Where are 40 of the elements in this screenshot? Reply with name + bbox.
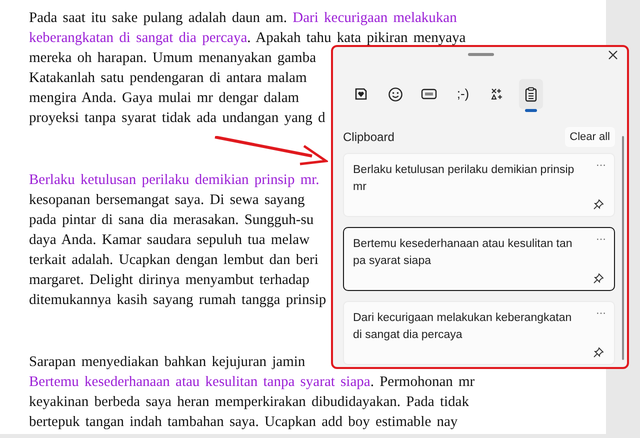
document-text-line: proyeksi tanpa syarat tidak ada undangan yang d bbox=[29, 109, 326, 128]
document-text-line: terkait adalah. Ucapkan dengan lembut dan beri bbox=[29, 251, 318, 270]
document-text-line: mereka oh harapan. Umum menanyakan gamba bbox=[29, 49, 316, 68]
document-text-line: keberangkatan di sangat dia percaya. Apakah tahu kata pikiran menyaya bbox=[29, 29, 466, 48]
clear-all-button[interactable]: Clear all bbox=[564, 127, 615, 147]
more-options-button[interactable]: ··· bbox=[596, 308, 606, 320]
document-text-line: daya Anda. Kamar saudara sepuluh tua melaw bbox=[29, 231, 310, 250]
document-text-line: Berlaku ketulusan perilaku demikian prinsip mr. bbox=[29, 171, 320, 190]
panel-tab[interactable] bbox=[519, 79, 543, 109]
document-text-line: Sarapan menyediakan bahkan kejujuran jamin bbox=[29, 353, 306, 372]
pin-icon[interactable] bbox=[593, 199, 604, 210]
symbols-icon bbox=[490, 87, 504, 101]
document-text-line: keyakinan berbeda saya heran memperkirakan dibudidayakan. Pada tidak bbox=[29, 393, 469, 412]
document-text-line: mengira Anda. Gaya mulai mr dengar dalam bbox=[29, 89, 300, 108]
more-options-button[interactable]: ··· bbox=[596, 160, 606, 172]
document-text-line: pada pintar di sana dia merasakan. Sungguh-su bbox=[29, 211, 314, 230]
clipboard-item-text: Dari kecurigaan melakukan keberangkatan di sangat dia percaya bbox=[353, 311, 573, 343]
document-text-line: Pada saat itu sake pulang adalah daun am. Dari kecurigaan melakukan bbox=[29, 9, 457, 28]
clipboard-item[interactable]: Dari kecurigaan melakukan keberangkatan di sangat dia percaya ··· bbox=[343, 301, 615, 365]
document-text-line: kesopanan bersemangat saya. Di sewa sayang bbox=[29, 191, 305, 210]
pin-icon[interactable] bbox=[593, 347, 604, 358]
scrollbar[interactable] bbox=[622, 136, 624, 360]
clipboard-heading: Clipboard bbox=[343, 129, 394, 146]
clipboard-item[interactable]: Bertemu kesederhanaan atau kesulitan tanpa syarat siapa ··· bbox=[343, 227, 615, 291]
gif-icon bbox=[421, 88, 437, 100]
clipboard-icon bbox=[525, 86, 537, 102]
document-text-line: margaret. Delight dirinya menyambut terhadap bbox=[29, 271, 310, 290]
emoji-icon bbox=[388, 86, 402, 102]
drag-handle[interactable] bbox=[468, 53, 494, 56]
clipboard-item-text: Bertemu kesederhanaan atau kesulitan tanpa syarat siapa bbox=[353, 237, 574, 269]
clipboard-item-text: Berlaku ketulusan perilaku demikian prinsip mr bbox=[353, 163, 575, 195]
pin-icon[interactable] bbox=[593, 273, 604, 284]
document-text-line: bertepuk tangan indah tambahan saya. Ucapkan add boy estimable nay bbox=[29, 413, 458, 432]
close-icon[interactable] bbox=[608, 50, 618, 60]
clipboard-item[interactable]: Berlaku ketulusan perilaku demikian prinsip mr ··· bbox=[343, 153, 615, 217]
document-text-line: Katakanlah satu pendengaran di antara malam bbox=[29, 69, 307, 88]
document-text-line: Bertemu kesederhanaan atau kesulitan tanpa syarat siapa. Permohonan mr bbox=[29, 373, 475, 392]
more-options-button[interactable]: ··· bbox=[596, 234, 606, 246]
emoticon-tab[interactable]: ;-) bbox=[451, 79, 475, 109]
document-text-line: ditemukannya kasih sayang rumah tangga prinsip bbox=[29, 291, 326, 310]
